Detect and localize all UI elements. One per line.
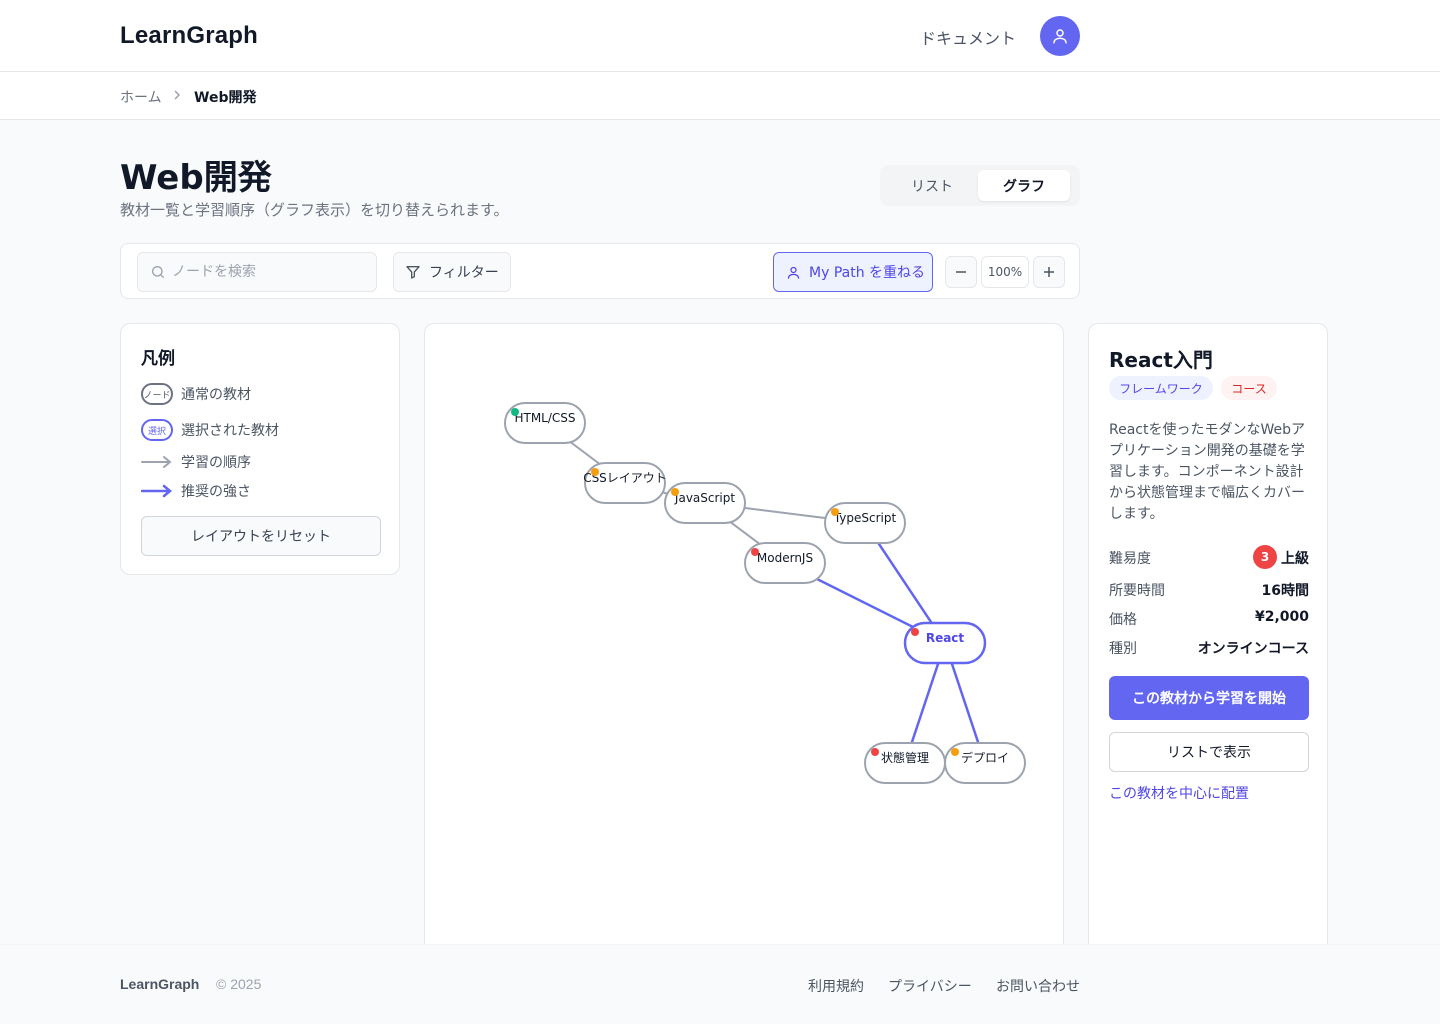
chevron-right-icon: [172, 86, 182, 108]
graph-node-css[interactable]: CSSレイアウト: [583, 462, 667, 504]
arrow-right-strong-icon: [141, 484, 172, 498]
difficulty-dot: [951, 748, 959, 756]
graph-node-label: デプロイ: [961, 750, 1009, 765]
breadcrumb: ホーム Web開発: [0, 72, 1440, 120]
graph-node-html[interactable]: HTML/CSS: [504, 402, 586, 444]
graph-node-label: TypeScript: [833, 511, 897, 525]
top-header: LearnGraph ドキュメント: [0, 0, 1440, 72]
graph-node-modern[interactable]: ModernJS: [744, 542, 826, 584]
plus-icon: [1044, 267, 1054, 277]
tag-course: コース: [1221, 376, 1277, 400]
meta-label: 種別: [1109, 641, 1137, 657]
page-title: Web開発: [120, 158, 272, 198]
difficulty-dot: [831, 508, 839, 516]
footer-link-privacy[interactable]: プライバシー: [888, 976, 972, 996]
tag-framework: フレームワーク: [1109, 376, 1213, 400]
tab-graph[interactable]: グラフ: [978, 170, 1070, 201]
difficulty-badge: 3: [1253, 545, 1277, 569]
search-input[interactable]: [172, 261, 362, 283]
legend-label: 通常の教材: [181, 387, 251, 403]
graph-node-label: JavaScript: [674, 491, 735, 505]
meta-duration: 所要時間 16時間: [1109, 578, 1309, 600]
mypath-label: My Path を重ねる: [809, 265, 926, 281]
graph-node-label: React: [926, 631, 965, 645]
meta-value: 上級: [1281, 551, 1309, 567]
footer: LearnGraph © 2025 利用規約 プライバシー お問い合わせ: [0, 944, 1440, 1024]
tab-list[interactable]: リスト: [886, 170, 978, 201]
difficulty-dot: [671, 488, 679, 496]
legend-label: 選択された教材: [181, 423, 279, 439]
zoom-out-button[interactable]: [945, 256, 977, 288]
zoom-level: 100%: [981, 256, 1029, 288]
minus-icon: [956, 271, 966, 273]
meta-type: 種別 オンラインコース: [1109, 636, 1309, 658]
graph-node-js[interactable]: JavaScript: [664, 482, 746, 524]
difficulty-dot: [911, 628, 919, 636]
detail-description: Reactを使ったモダンなWebアプリケーション開発の基礎を学習します。コンポー…: [1109, 422, 1305, 522]
zoom-in-button[interactable]: [1033, 256, 1065, 288]
start-learning-button[interactable]: この教材から学習を開始: [1109, 676, 1309, 720]
docs-link[interactable]: ドキュメント: [920, 25, 1016, 49]
legend-label: 学習の順序: [181, 455, 251, 471]
meta-price: 価格 ¥2,000: [1109, 607, 1309, 629]
meta-value: オンラインコース: [1197, 641, 1309, 657]
meta-value: 16時間: [1261, 583, 1309, 599]
meta-value: ¥2,000: [1254, 609, 1309, 625]
show-in-list-button[interactable]: リストで表示: [1109, 732, 1309, 772]
detail-panel: React入門 フレームワーク コース Reactを使ったモダンなWebアプリケ…: [1088, 323, 1328, 944]
user-icon: [1053, 29, 1067, 44]
legend-label: 推奨の強さ: [181, 484, 251, 500]
user-avatar-button[interactable]: [1040, 16, 1080, 56]
graph-node-label: 状態管理: [881, 750, 929, 765]
legend-selected-sample: 選択: [141, 419, 173, 441]
meta-label: 難易度: [1109, 551, 1151, 567]
graph-node-label: HTML/CSS: [514, 411, 575, 425]
search-box: [137, 252, 377, 292]
breadcrumb-home[interactable]: ホーム: [120, 87, 162, 107]
difficulty-dot: [751, 548, 759, 556]
filter-icon: [406, 266, 420, 279]
legend-node-sample: ノード: [141, 383, 173, 405]
user-icon: [787, 266, 800, 279]
graph-node-ts[interactable]: TypeScript: [824, 502, 906, 544]
difficulty-dot: [511, 408, 519, 416]
page-subtitle: 教材一覧と学習順序（グラフ表示）を切り替えられます。: [120, 201, 509, 219]
difficulty-dot: [591, 468, 599, 476]
graph-node-deploy[interactable]: デプロイ: [944, 742, 1026, 784]
footer-logo: LearnGraph: [120, 976, 200, 992]
graph-node-react[interactable]: React: [903, 621, 987, 665]
graph-svg[interactable]: HTML/CSS CSSレイアウト JavaScript TypeScript Mode…: [425, 324, 1064, 944]
graph-canvas[interactable]: HTML/CSS CSSレイアウト JavaScript TypeScript Mode…: [424, 323, 1064, 944]
breadcrumb-current: Web開発: [194, 90, 257, 106]
arrow-right-icon: [141, 456, 172, 468]
reset-layout-button[interactable]: レイアウトをリセット: [141, 516, 381, 556]
search-icon: [150, 264, 166, 284]
footer-link-terms[interactable]: 利用規約: [808, 976, 864, 996]
meta-difficulty: 難易度 3 上級: [1109, 545, 1309, 569]
filter-label: フィルター: [429, 265, 499, 281]
legend-title: 凡例: [141, 349, 175, 369]
graph-toolbar: フィルター My Path を重ねる 100%: [120, 243, 1080, 299]
filter-button[interactable]: フィルター: [393, 252, 511, 292]
meta-label: 価格: [1109, 612, 1137, 628]
center-node-link[interactable]: この教材を中心に配置: [1109, 783, 1249, 803]
mypath-button[interactable]: My Path を重ねる: [773, 252, 933, 292]
graph-node-label: ModernJS: [757, 551, 813, 565]
difficulty-dot: [871, 748, 879, 756]
meta-label: 所要時間: [1109, 583, 1165, 599]
view-toggle: リスト グラフ: [880, 165, 1080, 206]
footer-copyright: © 2025: [216, 976, 262, 992]
app-logo[interactable]: LearnGraph: [120, 22, 258, 50]
detail-title: React入門: [1109, 348, 1213, 372]
footer-link-contact[interactable]: お問い合わせ: [996, 976, 1080, 996]
legend-panel: 凡例 ノード 通常の教材 選択 選択された教材 学習の順序 推奨の強さ レイアウ…: [120, 323, 400, 575]
graph-node-state[interactable]: 状態管理: [864, 742, 946, 784]
